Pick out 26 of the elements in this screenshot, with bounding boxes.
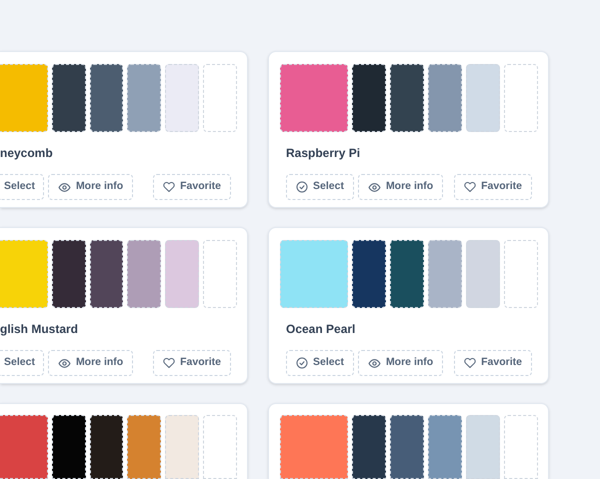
palette-name: glish Mustard <box>0 322 78 336</box>
more-info-button[interactable]: More info <box>358 350 444 376</box>
heart-icon <box>464 357 476 369</box>
check-circle-icon <box>296 181 308 193</box>
eye-icon <box>368 180 381 194</box>
favorite-button[interactable]: Favorite <box>153 174 231 200</box>
heart-icon <box>464 181 476 193</box>
favorite-button[interactable]: Favorite <box>153 350 231 376</box>
favorite-button[interactable]: Favorite <box>454 174 532 200</box>
check-circle-icon <box>296 357 308 369</box>
more-info-button[interactable]: More info <box>48 174 134 200</box>
heart-icon <box>163 357 176 369</box>
more-info-button[interactable]: More info <box>48 350 134 376</box>
favorite-button[interactable]: Favorite <box>454 350 532 376</box>
eye-icon <box>58 356 71 370</box>
palette-name: neycomb <box>0 146 53 160</box>
select-button[interactable]: Select <box>0 350 44 376</box>
eye-icon <box>58 180 71 194</box>
select-button[interactable]: Select <box>286 350 354 376</box>
eye-icon <box>368 356 381 370</box>
palette-name: Raspberry Pi <box>286 146 360 160</box>
heart-icon <box>163 181 176 193</box>
palette-name: Ocean Pearl <box>286 322 356 336</box>
select-button[interactable]: Select <box>286 174 354 200</box>
select-button[interactable]: Select <box>0 174 44 200</box>
more-info-button[interactable]: More info <box>358 174 444 200</box>
